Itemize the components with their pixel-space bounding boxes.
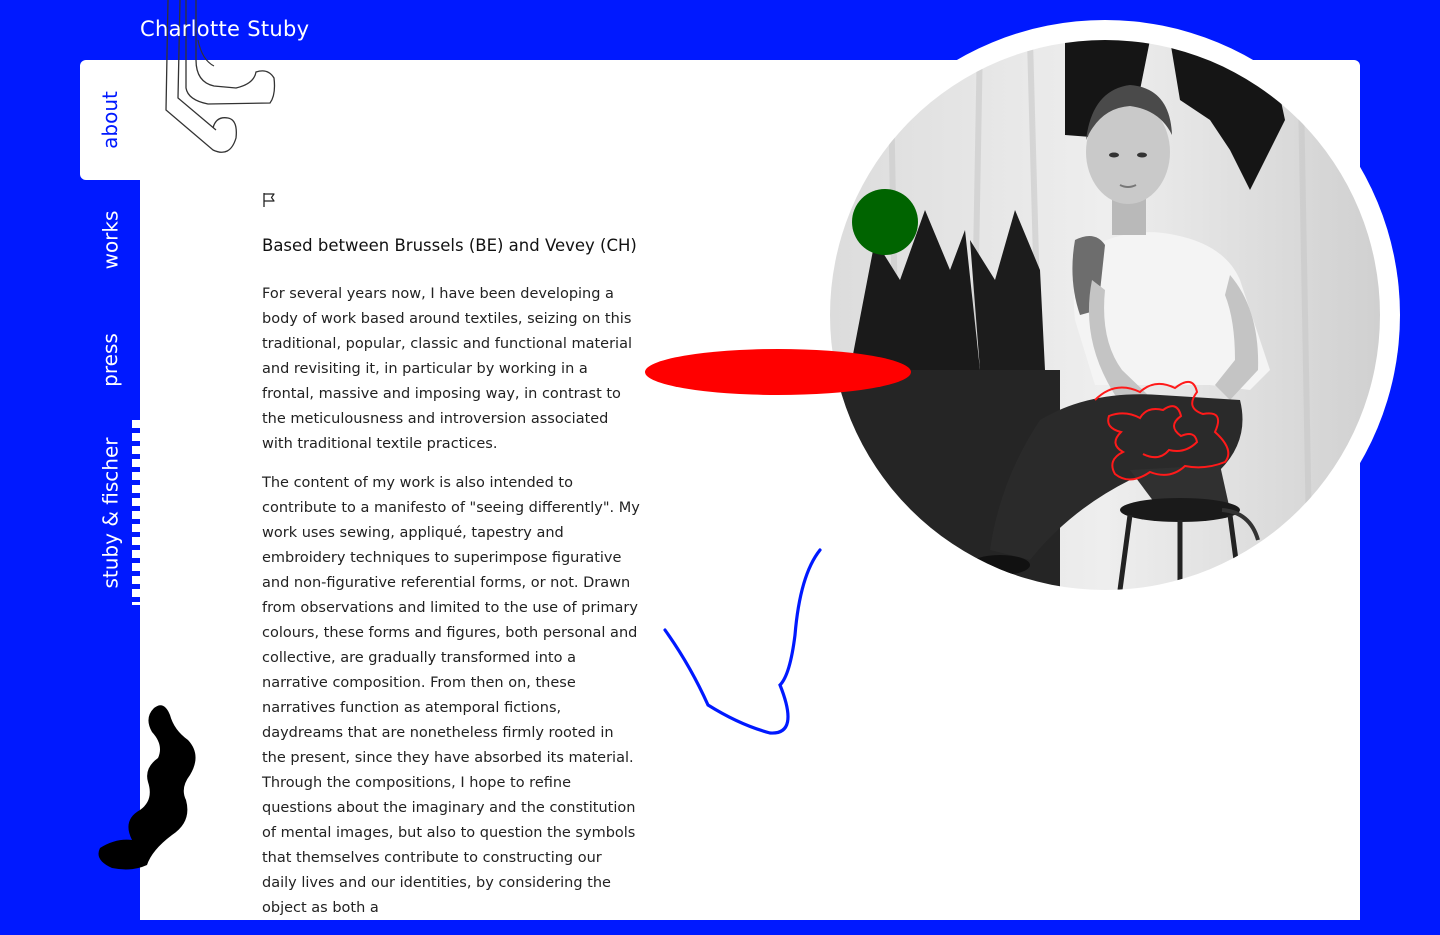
tab-works-label: works	[97, 210, 122, 270]
tab-works[interactable]: works	[80, 180, 140, 300]
site-title[interactable]: Charlotte Stuby	[140, 17, 309, 41]
bio-paragraph: The content of my work is also intended …	[262, 475, 640, 916]
tab-stuby-fischer[interactable]: stuby & fischer	[80, 420, 140, 605]
red-scribble-decoration	[1094, 381, 1230, 481]
tab-about[interactable]: about	[80, 60, 140, 180]
tab-press-label: press	[98, 333, 122, 387]
location-heading: Based between Brussels (BE) and Vevey (C…	[262, 236, 637, 255]
bio-text: For several years now, I have been devel…	[262, 282, 640, 935]
red-ellipse-decoration	[645, 349, 911, 395]
tab-perforated-edge	[132, 420, 140, 605]
tab-press[interactable]: press	[80, 300, 140, 420]
bio-paragraph: For several years now, I have been devel…	[262, 286, 633, 452]
blue-line-decoration	[663, 548, 822, 735]
tab-about-label: about	[98, 91, 122, 149]
black-squiggle-decoration	[98, 705, 196, 870]
green-dot-decoration	[852, 189, 918, 255]
portrait-photo	[830, 40, 1380, 590]
tab-stuby-fischer-label: stuby & fischer	[98, 437, 122, 588]
flag-icon	[263, 193, 275, 207]
